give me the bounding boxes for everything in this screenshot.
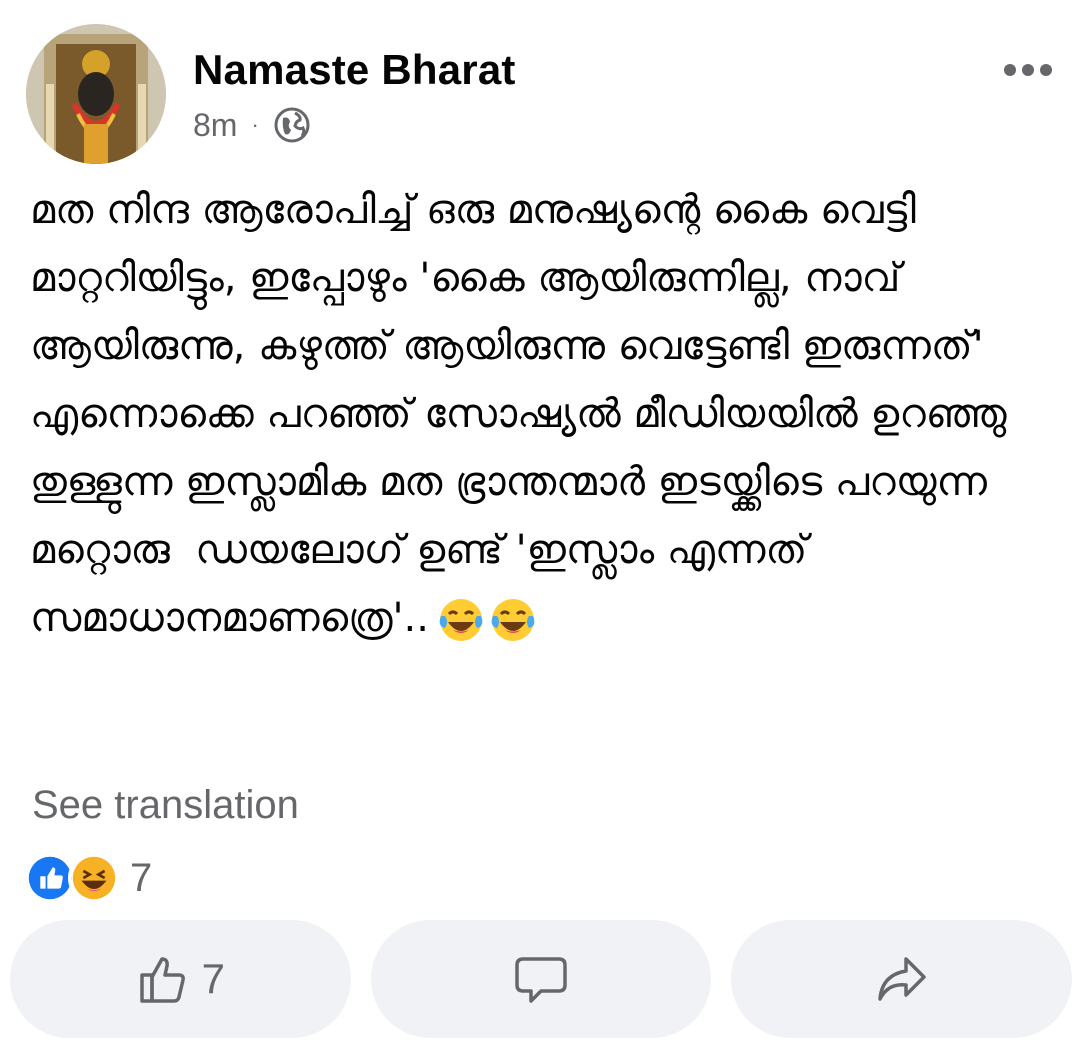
more-options-icon[interactable] [1002, 58, 1054, 82]
share-button[interactable] [731, 920, 1073, 1038]
share-icon [877, 957, 926, 1001]
avatar[interactable] [26, 24, 166, 164]
meta-separator: · [251, 112, 259, 137]
like-button[interactable]: 7 [10, 920, 351, 1038]
comment-button[interactable] [370, 920, 712, 1038]
laughing-emojis [437, 596, 537, 644]
haha-icon [68, 852, 120, 904]
post-body: മത നിന്ദ ആരോപിച്ച് ഒരു മനുഷ്യന്റെ കൈ വെട… [30, 187, 1020, 641]
globe-icon [274, 107, 310, 143]
thumbs-up-icon [139, 957, 185, 1003]
post-actions: 7 [10, 920, 1073, 1038]
post-timestamp[interactable]: 8m [193, 107, 237, 144]
deity-avatar-image [26, 24, 166, 164]
see-translation-link[interactable]: See translation [32, 783, 299, 828]
post-author-name[interactable]: Namaste Bharat [193, 46, 516, 94]
like-count: 7 [201, 955, 226, 1002]
laughing-with-tears-emoji [439, 599, 483, 641]
reactions-summary[interactable]: 7 [24, 852, 152, 904]
comment-icon [515, 957, 567, 1003]
post-meta: 8m · [193, 106, 311, 144]
post-text: മത നിന്ദ ആരോപിച്ച് ഒരു മനുഷ്യന്റെ കൈ വെട… [30, 176, 1060, 652]
reaction-count[interactable]: 7 [130, 856, 152, 901]
laughing-with-tears-emoji [491, 599, 535, 641]
